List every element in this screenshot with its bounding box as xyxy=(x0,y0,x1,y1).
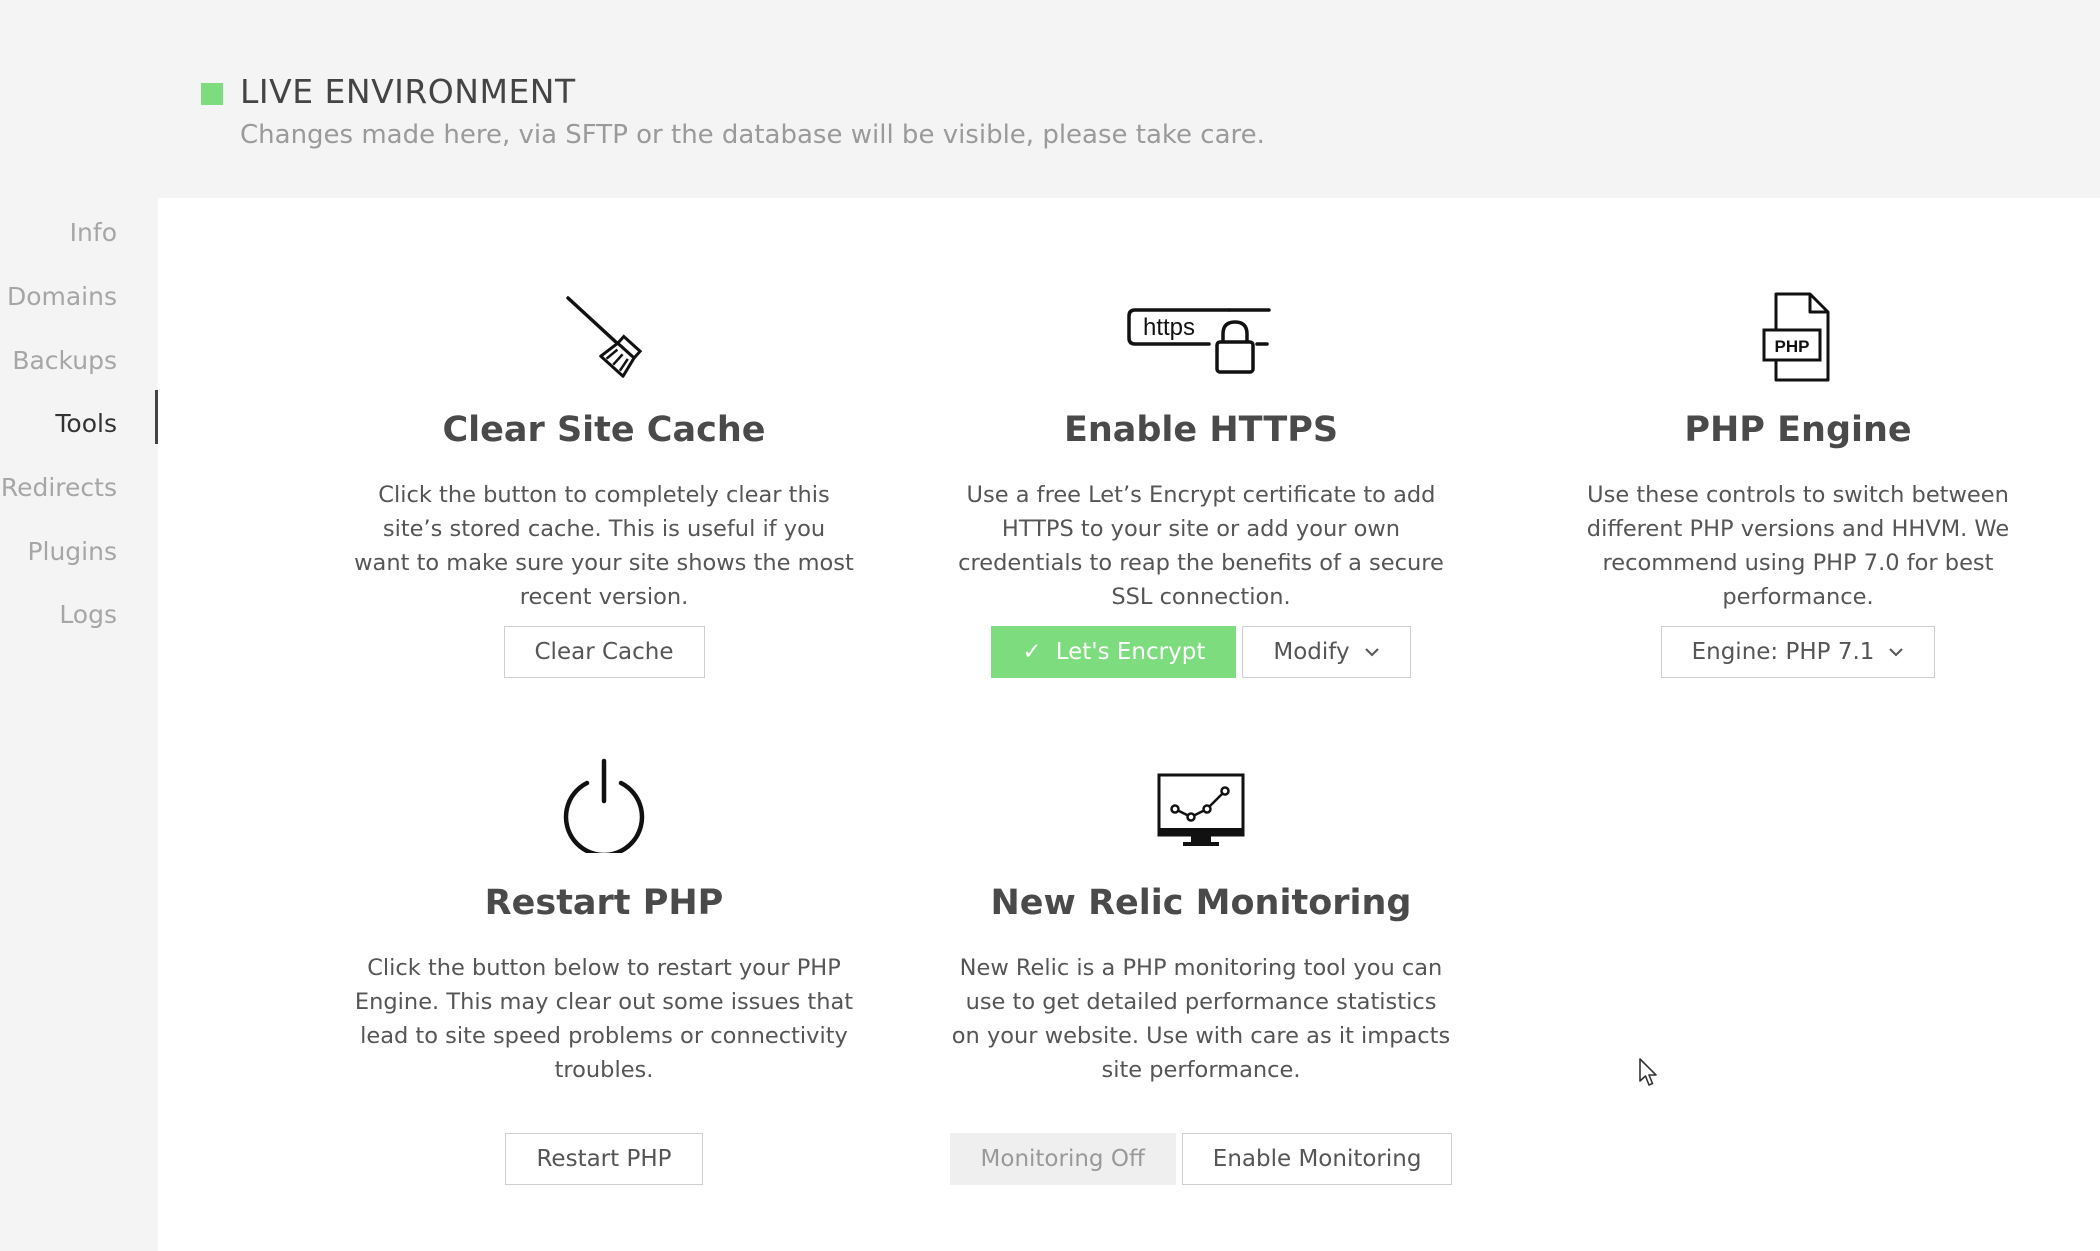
monitor-chart-icon xyxy=(901,753,1501,853)
chevron-down-icon xyxy=(1364,644,1380,660)
php-engine-description: Use these controls to switch between dif… xyxy=(1586,482,2010,610)
new-relic-actions: Monitoring Off Enable Monitoring xyxy=(901,1133,1501,1185)
sidebar-item-tools[interactable]: Tools xyxy=(55,409,117,438)
enable-monitoring-button[interactable]: Enable Monitoring xyxy=(1181,1133,1453,1185)
enable-https-title: Enable HTTPS xyxy=(1063,410,1339,450)
clear-cache-description: Click the button to completely clear thi… xyxy=(354,482,854,610)
sidebar-item-backups[interactable]: Backups xyxy=(12,346,117,375)
mouse-cursor-icon xyxy=(1638,1057,1662,1093)
environment-subtitle: Changes made here, via SFTP or the datab… xyxy=(240,120,1265,150)
new-relic-card: New Relic Monitoring New Relic is a PHP … xyxy=(901,751,1501,1251)
sidebar-item-info[interactable]: Info xyxy=(70,218,117,247)
tools-panel: Clear Site Cache Click the button to com… xyxy=(158,198,2100,1251)
php-icon-text: PHP xyxy=(1775,337,1810,356)
https-actions: ✓ Let's Encrypt Modify xyxy=(901,626,1501,678)
enable-https-description: Use a free Let’s Encrypt certificate to … xyxy=(958,482,1444,610)
php-file-icon: PHP xyxy=(1498,286,2098,386)
restart-php-button[interactable]: Restart PHP xyxy=(505,1133,703,1185)
environment-status-indicator xyxy=(201,83,223,105)
sidebar-item-domains[interactable]: Domains xyxy=(7,282,117,311)
check-icon: ✓ xyxy=(1022,639,1042,665)
sidebar-nav: Info Domains Backups Tools Redirects Plu… xyxy=(0,198,158,1251)
restart-php-title: Restart PHP xyxy=(484,883,724,923)
clear-cache-actions: Clear Cache xyxy=(304,626,904,678)
broom-icon xyxy=(304,286,904,386)
sidebar-item-plugins[interactable]: Plugins xyxy=(27,537,117,566)
lets-encrypt-button[interactable]: ✓ Let's Encrypt xyxy=(991,626,1237,678)
sidebar-item-redirects[interactable]: Redirects xyxy=(1,473,117,502)
restart-php-card: Restart PHP Click the button below to re… xyxy=(304,751,904,1251)
clear-cache-title: Clear Site Cache xyxy=(442,410,766,450)
php-engine-actions: Engine: PHP 7.1 xyxy=(1498,626,2098,678)
monitoring-off-button[interactable]: Monitoring Off xyxy=(949,1133,1176,1185)
environment-title: LIVE ENVIRONMENT xyxy=(240,72,576,111)
lets-encrypt-label: Let's Encrypt xyxy=(1055,639,1206,665)
php-engine-title: PHP Engine xyxy=(1684,410,1912,450)
modify-dropdown-button[interactable]: Modify xyxy=(1242,626,1411,678)
new-relic-title: New Relic Monitoring xyxy=(990,883,1412,923)
chevron-down-icon xyxy=(1888,644,1904,660)
clear-cache-button[interactable]: Clear Cache xyxy=(503,626,705,678)
php-engine-card: PHP PHP Engine Use these controls to swi… xyxy=(1498,278,2098,878)
sidebar-item-logs[interactable]: Logs xyxy=(59,600,117,629)
environment-header: LIVE ENVIRONMENT Changes made here, via … xyxy=(0,0,2100,198)
php-engine-select[interactable]: Engine: PHP 7.1 xyxy=(1660,626,1936,678)
restart-php-description: Click the button below to restart your P… xyxy=(354,955,854,1083)
new-relic-description: New Relic is a PHP monitoring tool you c… xyxy=(951,955,1451,1083)
https-lock-icon: https xyxy=(901,286,1501,386)
modify-label: Modify xyxy=(1273,639,1350,665)
php-engine-select-value: Engine: PHP 7.1 xyxy=(1691,639,1875,665)
restart-php-actions: Restart PHP xyxy=(304,1133,904,1185)
https-icon-text: https xyxy=(1143,314,1195,341)
power-icon xyxy=(304,753,904,853)
